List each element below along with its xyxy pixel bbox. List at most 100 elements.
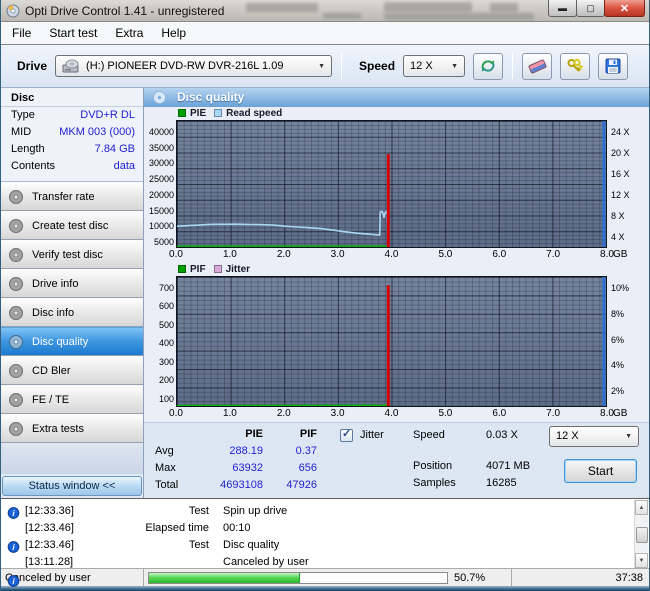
y-axis-tick-label: 4% <box>611 360 625 371</box>
status-window-toggle-button[interactable]: Status window << <box>2 476 142 496</box>
disc-mid-value: MKM 003 (000) <box>59 126 135 138</box>
sidebar-item-label: Create test disc <box>32 219 109 232</box>
progress-percent: 50.7% <box>454 571 486 584</box>
menu-help[interactable]: Help <box>152 23 195 43</box>
x-axis-tick-label: 6.0 <box>492 248 507 260</box>
speed-label: Speed <box>359 59 396 73</box>
redacted-text <box>384 13 534 20</box>
x-axis-unit-label: GB <box>613 248 628 260</box>
close-button[interactable]: ✕ <box>604 0 645 17</box>
y-axis-tick-label: 25000 <box>148 174 174 185</box>
x-axis-tick-label: 3.0 <box>330 407 345 419</box>
y-axis-tick-label: 30000 <box>148 158 174 169</box>
scroll-down-button[interactable]: ▼ <box>635 553 648 568</box>
samples-readout-label: Samples <box>413 476 456 489</box>
menu-start-test[interactable]: Start test <box>40 23 106 43</box>
test-speed-value: 12 X <box>556 430 579 443</box>
sidebar: Disc Type DVD+R DL MID MKM 003 (000) Len… <box>1 88 144 498</box>
log-row: i [12:33.46] Test Disc quality <box>1 536 631 587</box>
sidebar-item-label: Verify test disc <box>32 248 103 261</box>
avg-pif-value: 0.37 <box>295 445 317 458</box>
keys-icon <box>567 58 584 72</box>
pie-column-header: PIE <box>245 428 263 441</box>
position-readout-label: Position <box>413 459 453 472</box>
plot-area <box>176 275 607 407</box>
menu-bar: File Start test Extra Help <box>1 22 649 45</box>
pif-legend-swatch <box>178 265 186 274</box>
panel-header: Disc quality <box>144 88 649 107</box>
sidebar-item-disc-quality[interactable]: Disc quality <box>1 327 143 356</box>
x-axis-tick-label: 7.0 <box>546 248 561 260</box>
disc-row-type: Type DVD+R DL <box>1 107 143 124</box>
disc-length-label: Length <box>11 143 45 155</box>
y-axis-right: 24 X 20 X 16 X 12 X 8 X 4 X <box>607 120 649 248</box>
scroll-up-button[interactable]: ▲ <box>635 500 648 515</box>
samples-readout-value: 16285 <box>486 476 517 489</box>
status-bar: Canceled by user 50.7% 37:38 <box>1 568 649 586</box>
scrollbar-thumb[interactable] <box>636 527 648 543</box>
pif-column-header: PIF <box>299 428 317 441</box>
position-readout-value: 4071 MB <box>486 459 531 472</box>
total-row-label: Total <box>155 479 179 492</box>
disc-icon <box>8 305 24 321</box>
chart-legend: PIE Read speed <box>144 107 649 120</box>
test-speed-select[interactable]: 12 X ▼ <box>549 425 639 447</box>
table-row: Avg 288.19 0.37 <box>149 443 317 460</box>
x-axis-tick-label: 4.0 <box>384 248 399 260</box>
toolbar: Drive (H:) PIONEER DVD-RW DVR-216L 1.09 … <box>1 45 649 88</box>
y-axis-right: 10% 8% 6% 4% 2% <box>607 276 649 407</box>
sidebar-item-drive-info[interactable]: Drive info <box>1 269 143 298</box>
start-button[interactable]: Start <box>564 458 637 483</box>
sidebar-item-cd-bler[interactable]: CD Bler <box>1 356 143 385</box>
menu-extra[interactable]: Extra <box>106 23 152 43</box>
x-axis: 0.0 1.0 2.0 3.0 4.0 5.0 6.0 7.0 8.0 GB <box>169 248 627 263</box>
disc-icon <box>8 392 24 408</box>
disc-mid-label: MID <box>11 126 32 138</box>
refresh-icon <box>481 60 495 72</box>
refresh-button[interactable] <box>473 52 504 80</box>
jitter-checkbox[interactable] <box>340 427 353 442</box>
elapsed-time: 37:38 <box>511 569 649 586</box>
plot-area <box>176 119 607 248</box>
sidebar-item-label: Disc quality <box>32 335 89 348</box>
sidebar-item-disc-info[interactable]: Disc info <box>1 298 143 327</box>
sidebar-item-fe-te[interactable]: FE / TE <box>1 385 143 414</box>
drive-select[interactable]: (H:) PIONEER DVD-RW DVR-216L 1.09 ▼ <box>55 55 333 77</box>
speed-select[interactable]: 12 X ▼ <box>403 55 466 77</box>
log-timestamp: [12:33.36] <box>25 504 74 517</box>
window-frame-edge <box>1 586 649 591</box>
y-axis-tick-label: 6% <box>611 334 625 345</box>
minimize-button[interactable]: ▬ <box>548 0 577 17</box>
sidebar-item-label: FE / TE <box>32 393 70 406</box>
pif-legend-label: PIF <box>190 263 206 275</box>
max-pif-value: 656 <box>298 462 317 475</box>
disc-type-value: DVD+R DL <box>80 109 135 121</box>
menu-file[interactable]: File <box>3 23 40 43</box>
main-area: Disc Type DVD+R DL MID MKM 003 (000) Len… <box>1 88 649 498</box>
log-key: Elapsed time <box>145 521 209 534</box>
table-row: Total 4693108 47926 <box>149 477 317 494</box>
x-axis-tick-label: 1.0 <box>222 248 237 260</box>
sidebar-item-transfer-rate[interactable]: Transfer rate <box>1 182 143 211</box>
log-value: 00:10 <box>223 521 251 534</box>
sidebar-item-verify-test-disc[interactable]: Verify test disc <box>1 240 143 269</box>
pie-legend-label: PIE <box>190 107 207 119</box>
save-button[interactable] <box>598 52 629 80</box>
sidebar-item-extra-tests[interactable]: Extra tests <box>1 414 143 443</box>
log-timestamp: [13:11.28] <box>25 555 74 568</box>
disc-icon <box>8 189 24 205</box>
sidebar-item-create-test-disc[interactable]: Create test disc <box>1 211 143 240</box>
erase-disc-button[interactable] <box>522 52 553 80</box>
jitter-checkbox-label: Jitter <box>360 429 384 442</box>
y-axis-left: 700 600 500 400 300 200 100 <box>144 276 176 407</box>
log-row: ! [13:11.28] Canceled by user <box>1 553 631 570</box>
eject-keys-button[interactable] <box>560 52 591 80</box>
y-axis-tick-label: 100 <box>158 393 174 404</box>
disc-row-length: Length 7.84 GB <box>1 141 143 158</box>
x-axis-tick-label: 0.0 <box>169 407 183 419</box>
log-key: Test <box>188 504 209 517</box>
total-pie-value: 4693108 <box>220 479 263 492</box>
maximize-button[interactable]: ▢ <box>576 0 605 17</box>
disc-icon <box>8 218 24 234</box>
speed-readout: Speed <box>413 429 445 441</box>
